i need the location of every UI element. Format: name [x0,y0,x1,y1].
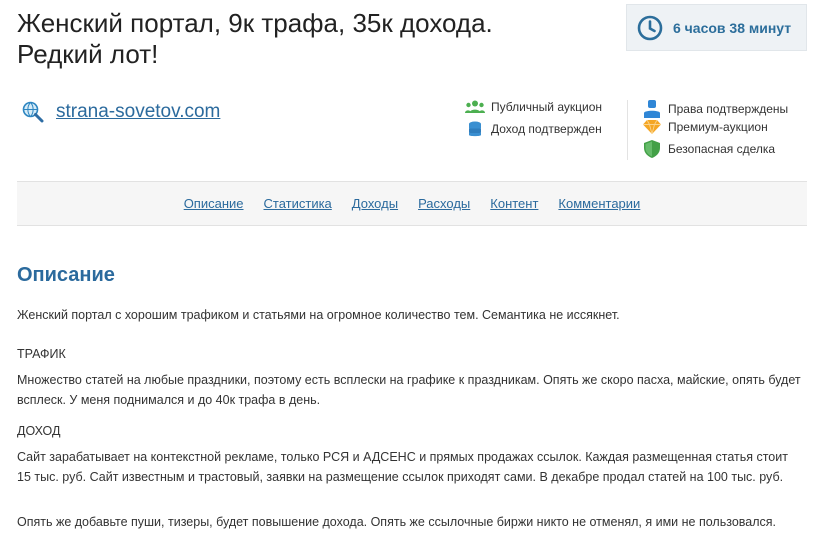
traffic-text: Множество статей на любые праздники, поэ… [17,373,801,407]
feature-label: Права подтверждены [668,102,789,116]
tab-statistics[interactable]: Статистика [264,196,332,211]
description-outro: Опять же добавьте пуши, тизеры, будет по… [17,515,777,529]
domain-row: strana-sovetov.com [22,101,220,123]
lot-tabs: Описание Статистика Доходы Расходы Конте… [17,181,807,226]
tab-comments[interactable]: Комментарии [558,196,640,211]
description-heading: Описание [17,264,115,286]
features-divider [627,100,628,160]
coins-icon [465,121,485,137]
feature-rights-confirmed: Права подтверждены [642,100,788,118]
tab-content[interactable]: Контент [490,196,538,211]
lot-title-line2: Редкий лот! [17,39,159,69]
diamond-icon [642,120,662,134]
timer-text: 6 часов 38 минут [673,19,792,36]
shield-icon [642,140,662,158]
domain-link[interactable]: strana-sovetov.com [56,101,220,123]
description-intro: Женский портал с хорошим трафиком и стат… [17,308,620,322]
feature-safe-deal: Безопасная сделка [642,140,775,158]
users-icon [465,100,485,114]
lot-title-line1: Женский портал, 9к трафа, 35к дохода. [17,8,493,38]
feature-label: Публичный аукцион [491,100,603,114]
traffic-heading: ТРАФИК [17,347,66,361]
clock-icon [637,15,663,40]
user-icon [642,100,662,118]
lot-title: Женский портал, 9к трафа, 35к дохода. Ре… [17,8,577,70]
feature-public-auction: Публичный аукцион [465,100,602,114]
tab-description[interactable]: Описание [184,196,244,211]
feature-label: Безопасная сделка [668,142,776,156]
feature-income-confirmed: Доход подтвержден [465,121,602,137]
feature-premium-auction: Премиум-аукцион [642,120,768,134]
globe-search-icon [22,101,44,123]
feature-label: Доход подтвержден [491,122,602,136]
income-heading: ДОХОД [17,424,61,438]
feature-label: Премиум-аукцион [668,120,768,134]
auction-timer: 6 часов 38 минут [626,4,807,51]
tab-income[interactable]: Доходы [352,196,398,211]
tab-expenses[interactable]: Расходы [418,196,470,211]
income-text: Сайт зарабатывает на контекстной рекламе… [17,450,788,484]
